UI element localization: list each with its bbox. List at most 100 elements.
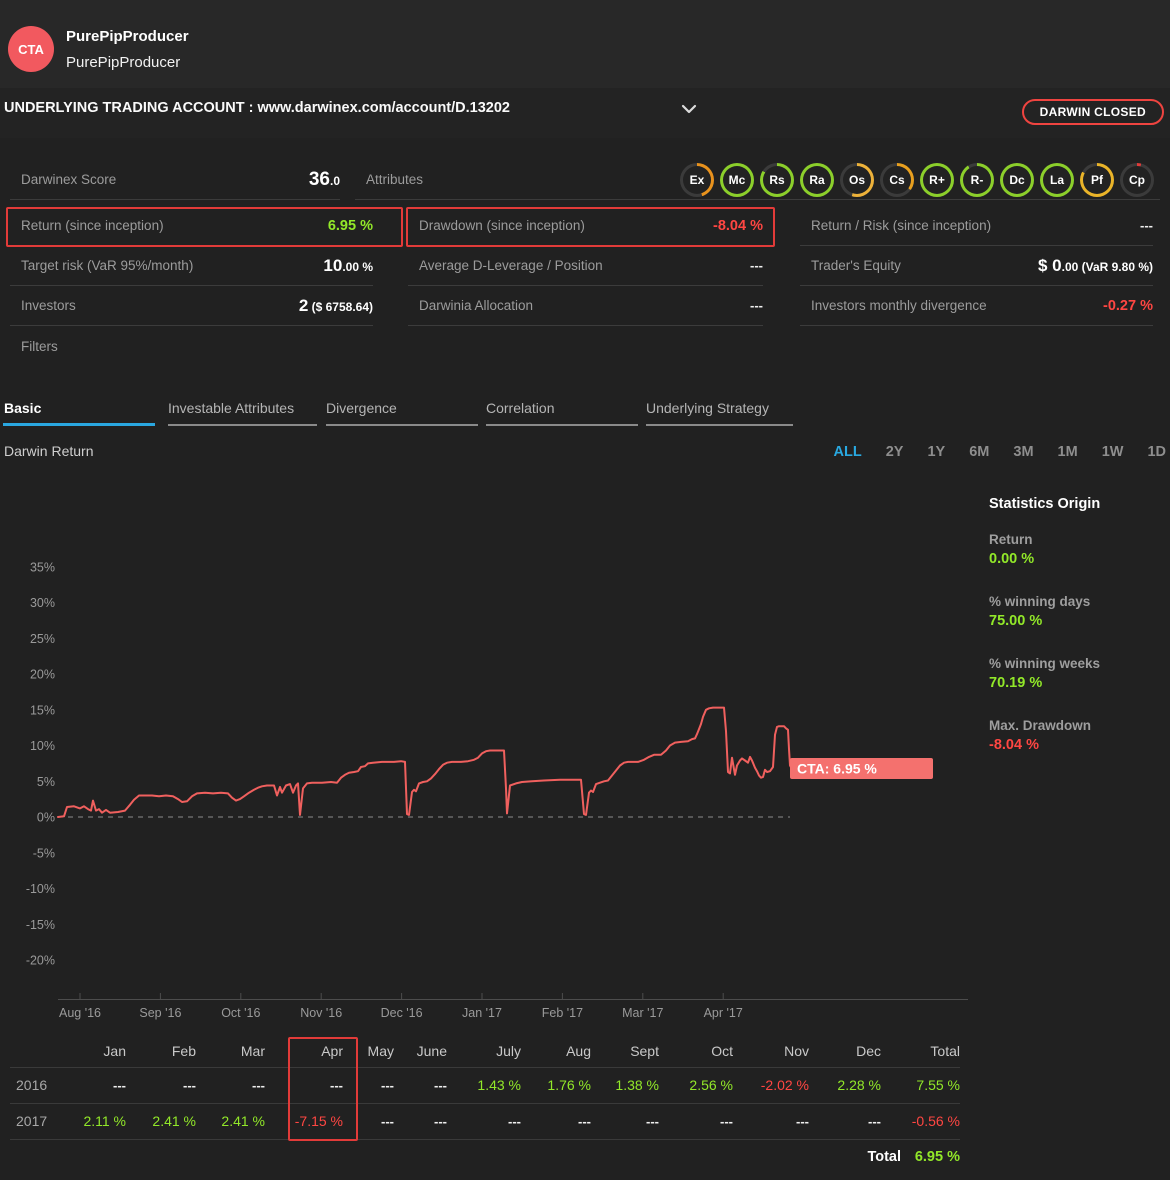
range-1y[interactable]: 1Y [927,444,945,460]
stat-cell-investors-monthly-divergence: Investors monthly divergence -0.27 % [800,286,1153,326]
chevron-down-icon[interactable] [681,103,697,115]
attribute-badge-label: Cp [1123,166,1151,194]
monthly-return-cell: --- [796,1113,809,1129]
year-label: 2016 [16,1077,48,1093]
monthly-returns-table: Jan Feb Mar Apr May June July Aug Sept Oct Nov Dec T… [10,1035,960,1140]
stat-label: Average D-Leverage / Position [419,258,603,273]
stat-value: --- [750,257,763,273]
year-label: 2017 [16,1113,48,1129]
monthly-header-row: Jan Feb Mar Apr May June July Aug Sept Oct Nov Dec T… [10,1035,960,1067]
attribute-badge-cp[interactable]: Cp [1120,163,1154,197]
x-axis-tick-label: Feb '17 [542,1006,583,1020]
darwin-return-title: Darwin Return [4,443,94,459]
darwin-subname: PurePipProducer [66,54,181,71]
grand-total-value: 6.95 % [914,1149,960,1165]
attribute-badge-rs[interactable]: Rs [760,163,794,197]
stat-cell-drawdown-since-inception-: Drawdown (since inception) -8.04 % [408,206,763,246]
range-1m[interactable]: 1M [1058,444,1078,460]
stats-origin-label: % winning days [989,594,1091,609]
attribute-badge-rminus[interactable]: R- [960,163,994,197]
return-drawdown-row: Return (since inception) 6.95 % Drawdown (… [0,206,1170,246]
monthly-row-2017: 2017 2.11 % 2.41 % 2.41 % -7.15 % --- --- --- --… [10,1103,960,1139]
range-3m[interactable]: 3M [1013,444,1033,460]
attributes-label: Attributes [366,172,424,187]
stat-cell-trader-s-equity: Trader's Equity $ 0.00 (VaR 9.80 %) [800,246,1153,286]
attribute-badge-dc[interactable]: Dc [1000,163,1034,197]
statistics-origin-title: Statistics Origin [989,496,1101,512]
stat-value: --- [1140,217,1153,233]
monthly-return-cell: -2.02 % [760,1077,809,1093]
stat-label: Investors [21,298,76,313]
monthly-return-cell: -0.56 % [911,1113,960,1129]
monthly-return-cell: 2.11 % [83,1113,126,1129]
range-6m[interactable]: 6M [969,444,989,460]
stats-origin-item: % winning weeks 70.19 % [989,656,1169,691]
attribute-badge-ra[interactable]: Ra [800,163,834,197]
tab-correlation[interactable]: Correlation [486,400,638,426]
stats-origin-value: -8.04 % [989,737,1039,753]
stat-cell-return-since-inception-: Return (since inception) 6.95 % [10,206,373,246]
stat-label: Trader's Equity [811,258,901,273]
x-axis-tick-label: Sep '16 [139,1006,181,1020]
darwin-closed-button[interactable]: DARWIN CLOSED [1021,99,1164,125]
attribute-badge-label: La [1043,166,1071,194]
darwin-name: PurePipProducer [66,28,189,45]
monthly-return-cell: --- [434,1077,447,1093]
monthly-return-cell: -7.15 % [294,1113,343,1129]
monthly-return-cell: --- [330,1077,343,1093]
filters-label: Filters [21,338,58,354]
stat-label: Return / Risk (since inception) [811,218,992,233]
monthly-return-cell: 2.41 % [152,1113,196,1129]
stats-origin-item: Return 0.00 % [989,532,1169,567]
range-1w[interactable]: 1W [1102,444,1124,460]
attribute-badge-pf[interactable]: Pf [1080,163,1114,197]
attribute-badge-os[interactable]: Os [840,163,874,197]
y-axis-tick-label: -5% [33,846,55,860]
attribute-badge-mc[interactable]: Mc [720,163,754,197]
filters-section[interactable]: Filters [10,326,373,366]
underlying-account-label[interactable]: UNDERLYING TRADING ACCOUNT : www.darwine… [4,100,510,116]
stat-value: -8.04 % [713,217,763,234]
monthly-return-cell: 2.41 % [221,1113,265,1129]
monthly-return-cell: --- [508,1113,521,1129]
attribute-badge-label: Os [843,166,871,194]
series-end-tag-label: CTA: 6.95 % [797,761,877,777]
month-column-header: May [367,1042,394,1059]
monthly-return-cell: --- [434,1113,447,1129]
tab-basic[interactable]: Basic [3,400,155,426]
page-header: CTA PurePipProducer PurePipProducer [0,0,1170,88]
tab-underlying-strategy[interactable]: Underlying Strategy [646,400,793,426]
month-column-header: Feb [171,1042,196,1059]
darwinex-score-cell: Darwinex Score 36.0 [10,160,340,200]
time-range-selector: ALL 2Y 1Y 6M 3M 1M 1W 1D [834,444,1166,460]
range-1d[interactable]: 1D [1147,444,1166,460]
range-2y[interactable]: 2Y [886,444,904,460]
stat-value: $ 0.00 (VaR 9.80 %) [1037,255,1153,275]
attribute-badge-label: Rs [763,166,791,194]
attribute-badge-label: R- [963,166,991,194]
tab-divergence[interactable]: Divergence [326,400,478,426]
y-axis-tick-label: 10% [30,739,55,753]
attribute-badge-ex[interactable]: Ex [680,163,714,197]
darwin-return-line [57,706,792,818]
stats-origin-label: Return [989,532,1033,547]
tab-investable-attributes[interactable]: Investable Attributes [168,400,317,426]
stat-label: Darwinia Allocation [419,298,534,313]
y-axis-tick-label: 25% [30,632,55,646]
stat-value: --- [750,297,763,313]
x-axis-tick-label: Dec '16 [381,1006,423,1020]
attribute-badge-label: Pf [1083,166,1111,194]
attribute-badge-cs[interactable]: Cs [880,163,914,197]
month-column-header: June [416,1042,447,1059]
attribute-badges: Ex Mc Rs Ra Os Cs R+ R- Dc La Pf Cp [672,163,1154,199]
darwinex-score-value: 36.0 [308,168,340,190]
attribute-badge-la[interactable]: La [1040,163,1074,197]
stat-label: Investors monthly divergence [811,298,987,313]
range-all[interactable]: ALL [834,444,862,460]
monthly-return-cell: 1.38 % [615,1077,659,1093]
stat-cell-investors: Investors 2 ($ 6758.64) [10,286,373,326]
darwin-return-chart[interactable]: 35% 30% 25% 20% 15% 10% 5% 0% -5% -10% -15% -20% Aug… [0,545,990,1023]
attribute-badge-rplus[interactable]: R+ [920,163,954,197]
monthly-row-2016: 2016 --- --- --- --- --- --- 1.43 % 1.76 % 1.38 %… [10,1067,960,1103]
month-column-header: Apr [321,1042,343,1059]
